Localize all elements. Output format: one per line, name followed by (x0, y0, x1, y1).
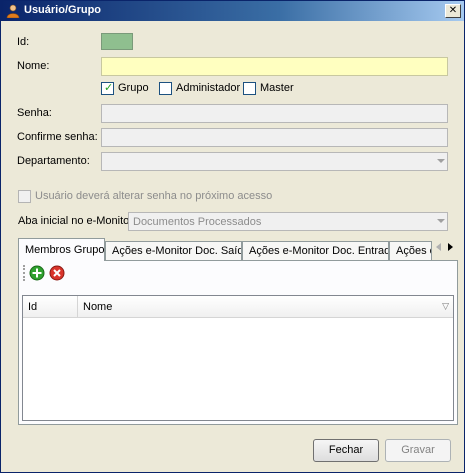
title-bar[interactable]: Usuário/Grupo ✕ (1, 1, 464, 21)
confirme-senha-input[interactable] (101, 128, 448, 147)
close-icon: ✕ (448, 5, 458, 16)
dialog-window: Usuário/Grupo ✕ Id: Nome: ✓ Grupo Admini… (0, 0, 465, 473)
departamento-label: Departamento: (17, 155, 90, 167)
window-title: Usuário/Grupo (24, 4, 102, 16)
nome-label: Nome: (17, 60, 50, 72)
tab-label: Ações e-Monitor Doc. Servi (396, 245, 431, 257)
id-field (101, 33, 133, 50)
fechar-button[interactable]: Fechar (313, 439, 379, 462)
remove-icon[interactable] (49, 265, 65, 281)
administador-checkbox[interactable] (159, 82, 172, 95)
members-grid[interactable]: Id Nome ▽ (22, 295, 454, 421)
aba-inicial-label: Aba inicial no e-Monitor: (18, 215, 137, 227)
administador-label: Administador (176, 82, 241, 94)
check-icon: ✓ (104, 82, 114, 94)
tab-scroll-left-icon[interactable] (436, 243, 441, 251)
add-icon[interactable] (29, 265, 45, 281)
departamento-select[interactable] (101, 152, 448, 171)
close-button[interactable]: ✕ (445, 4, 461, 18)
grupo-checkbox[interactable]: ✓ (101, 82, 114, 95)
id-label: Id: (17, 36, 30, 48)
senha-label: Senha: (17, 107, 52, 119)
tab-membros-grupo[interactable]: Membros Grupo (18, 238, 105, 261)
column-label: Id (28, 301, 38, 313)
tab-label: Membros Grupo (25, 244, 105, 256)
master-checkbox[interactable] (243, 82, 256, 95)
aba-inicial-select[interactable]: Documentos Processados (128, 212, 448, 231)
grupo-label: Grupo (118, 82, 149, 94)
toolbar-grip (23, 265, 25, 281)
tab-label: Ações e-Monitor Doc. Entrada (249, 245, 389, 257)
filter-icon[interactable]: ▽ (442, 301, 449, 312)
tab-panel-membros: Id Nome ▽ (18, 260, 458, 425)
members-toolbar (20, 262, 456, 284)
tab-acoes-doc-servico[interactable]: Ações e-Monitor Doc. Servi (389, 241, 432, 260)
alterar-senha-label: Usuário deverá alterar senha no próximo … (35, 190, 273, 202)
gravar-button[interactable]: Gravar (385, 439, 451, 462)
confirme-senha-label: Confirme senha: (17, 131, 98, 143)
master-label: Master (260, 82, 294, 94)
senha-input[interactable] (101, 104, 448, 123)
column-label: Nome (83, 301, 113, 313)
user-icon (6, 4, 20, 18)
nome-input[interactable] (101, 57, 448, 76)
grid-header: Id Nome ▽ (23, 296, 453, 318)
tab-acoes-doc-entrada[interactable]: Ações e-Monitor Doc. Entrada (242, 241, 389, 260)
chevron-down-icon (437, 219, 445, 223)
tab-label: Ações e-Monitor Doc. Saída (112, 245, 242, 257)
alterar-senha-checkbox[interactable] (18, 190, 31, 203)
tab-acoes-doc-saida[interactable]: Ações e-Monitor Doc. Saída (105, 241, 242, 260)
column-header-nome[interactable]: Nome ▽ (78, 296, 453, 318)
column-header-id[interactable]: Id (23, 296, 78, 318)
chevron-down-icon (437, 159, 445, 163)
tab-scroll-right-icon[interactable] (448, 243, 453, 251)
tab-strip: Membros Grupo Ações e-Monitor Doc. Saída… (18, 238, 458, 261)
aba-inicial-value: Documentos Processados (133, 216, 262, 228)
